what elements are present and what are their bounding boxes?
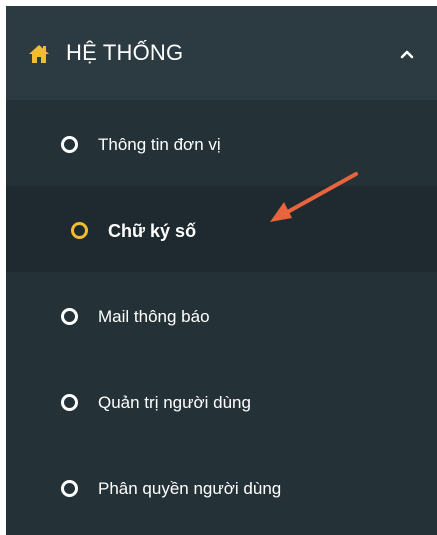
menu-item-label: Quản trị người dùng [98,393,251,412]
menu-item-user-management[interactable]: Quản trị người dùng [6,358,437,444]
menu-header-label: HỆ THỐNG [66,40,184,65]
menu-item-label: Phân quyền người dùng [98,479,282,498]
menu-item-digital-signature[interactable]: Chữ ký số [6,186,437,272]
home-icon [29,45,49,63]
chevron-up-icon[interactable] [399,48,415,60]
menu-item-label: Chữ ký số [108,221,197,241]
menu-item-user-permissions[interactable]: Phân quyền người dùng [6,444,437,530]
menu-item-notification-mail[interactable]: Mail thông báo [6,272,437,358]
circle-icon [61,136,78,153]
circle-icon [61,394,78,411]
menu-item-label: Thông tin đơn vị [98,135,221,154]
menu-item-unit-info[interactable]: Thông tin đơn vị [6,100,437,186]
menu-item-label: Mail thông báo [98,307,210,326]
circle-icon [61,480,78,497]
circle-icon [71,222,88,239]
circle-icon [61,308,78,325]
sidebar-menu: HỆ THỐNG Thông tin đơn vị Chữ ký số Mail… [6,6,437,535]
menu-header-system[interactable]: HỆ THỐNG [6,6,437,100]
